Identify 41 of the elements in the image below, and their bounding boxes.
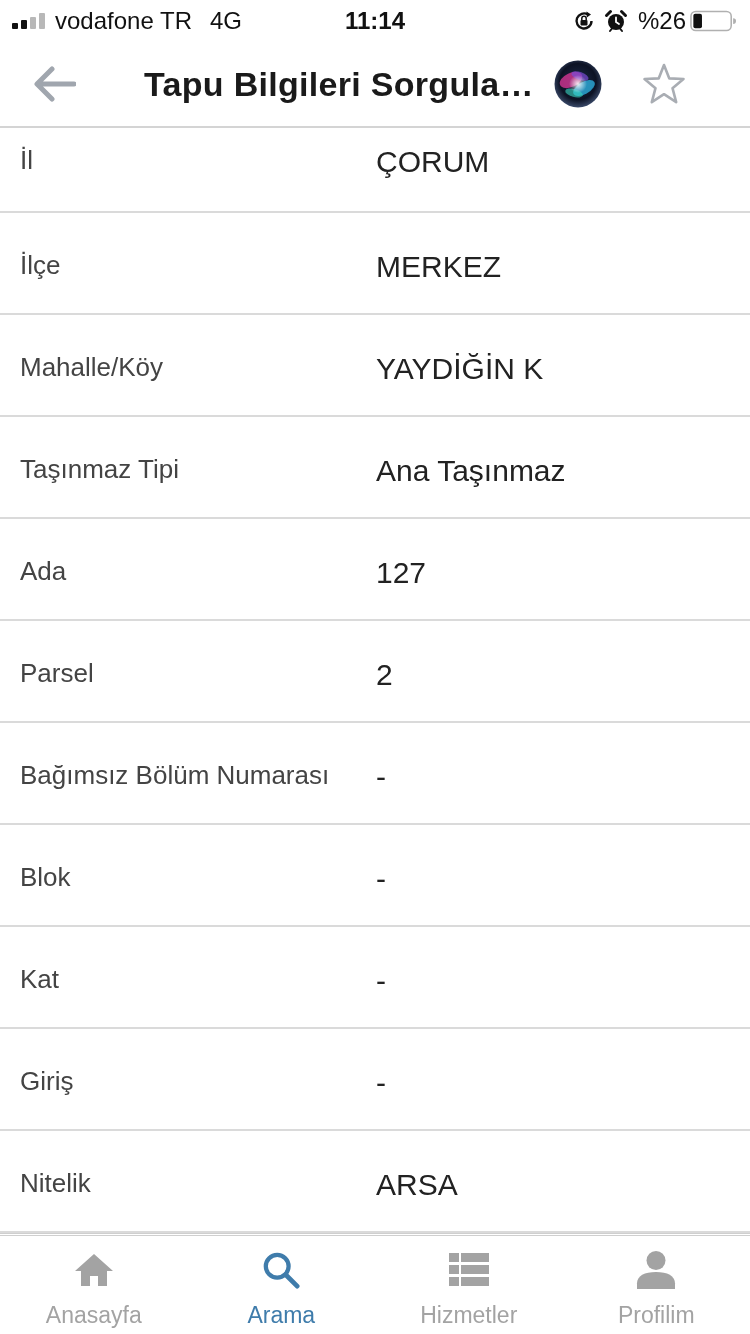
assistant-orb-icon[interactable] <box>553 60 602 108</box>
alarm-clock-icon <box>603 9 628 33</box>
field-label: İlçe <box>20 250 61 280</box>
field-value: ARSA <box>376 1168 458 1202</box>
list-icon <box>448 1251 489 1289</box>
network-type: 4G <box>210 7 242 35</box>
field-value: MERKEZ <box>376 250 501 284</box>
tab-bar-item[interactable]: Anasayfa <box>0 1236 188 1334</box>
field-label: Blok <box>20 862 71 892</box>
person-icon <box>636 1251 677 1289</box>
search-icon <box>261 1251 302 1289</box>
status-time: 11:14 <box>344 7 406 35</box>
field-label: Taşınmaz Tipi <box>20 454 179 484</box>
battery-icon <box>690 10 736 32</box>
field-label: Nitelik <box>20 1168 91 1198</box>
field-label: Kat <box>20 964 60 994</box>
home-icon <box>73 1251 114 1289</box>
field-label: İl <box>20 145 33 175</box>
field-label: Bağımsız Bölüm Numarası <box>20 760 330 790</box>
battery-percentage: %26 <box>637 7 686 35</box>
page-title: Tapu Bilgileri Sorgula… <box>144 64 534 104</box>
field-label: Giriş <box>20 1066 74 1096</box>
star-icon[interactable] <box>641 63 686 105</box>
field-value: ÇORUM <box>376 145 490 179</box>
back-arrow-icon[interactable] <box>32 66 76 102</box>
tab-bar-item[interactable]: Arama <box>187 1236 375 1334</box>
field-value: 127 <box>376 556 427 590</box>
field-value: - <box>376 760 386 794</box>
field-label: Mahalle/Köy <box>20 352 164 382</box>
field-value: Ana Taşınmaz <box>376 454 566 488</box>
tab-bar-item[interactable]: Profilim <box>562 1236 750 1334</box>
carrier-name: vodafone TR <box>55 7 192 35</box>
field-label: Parsel <box>20 658 94 688</box>
field-label: Ada <box>20 556 67 586</box>
tab-bar-item[interactable]: Hizmetler <box>375 1236 563 1334</box>
field-value: 2 <box>376 658 393 692</box>
field-value: - <box>376 1066 386 1100</box>
field-value: YAYDİĞİN K <box>376 352 544 386</box>
signal-icon <box>12 13 46 29</box>
field-value: - <box>376 964 386 998</box>
field-value: - <box>376 862 386 896</box>
